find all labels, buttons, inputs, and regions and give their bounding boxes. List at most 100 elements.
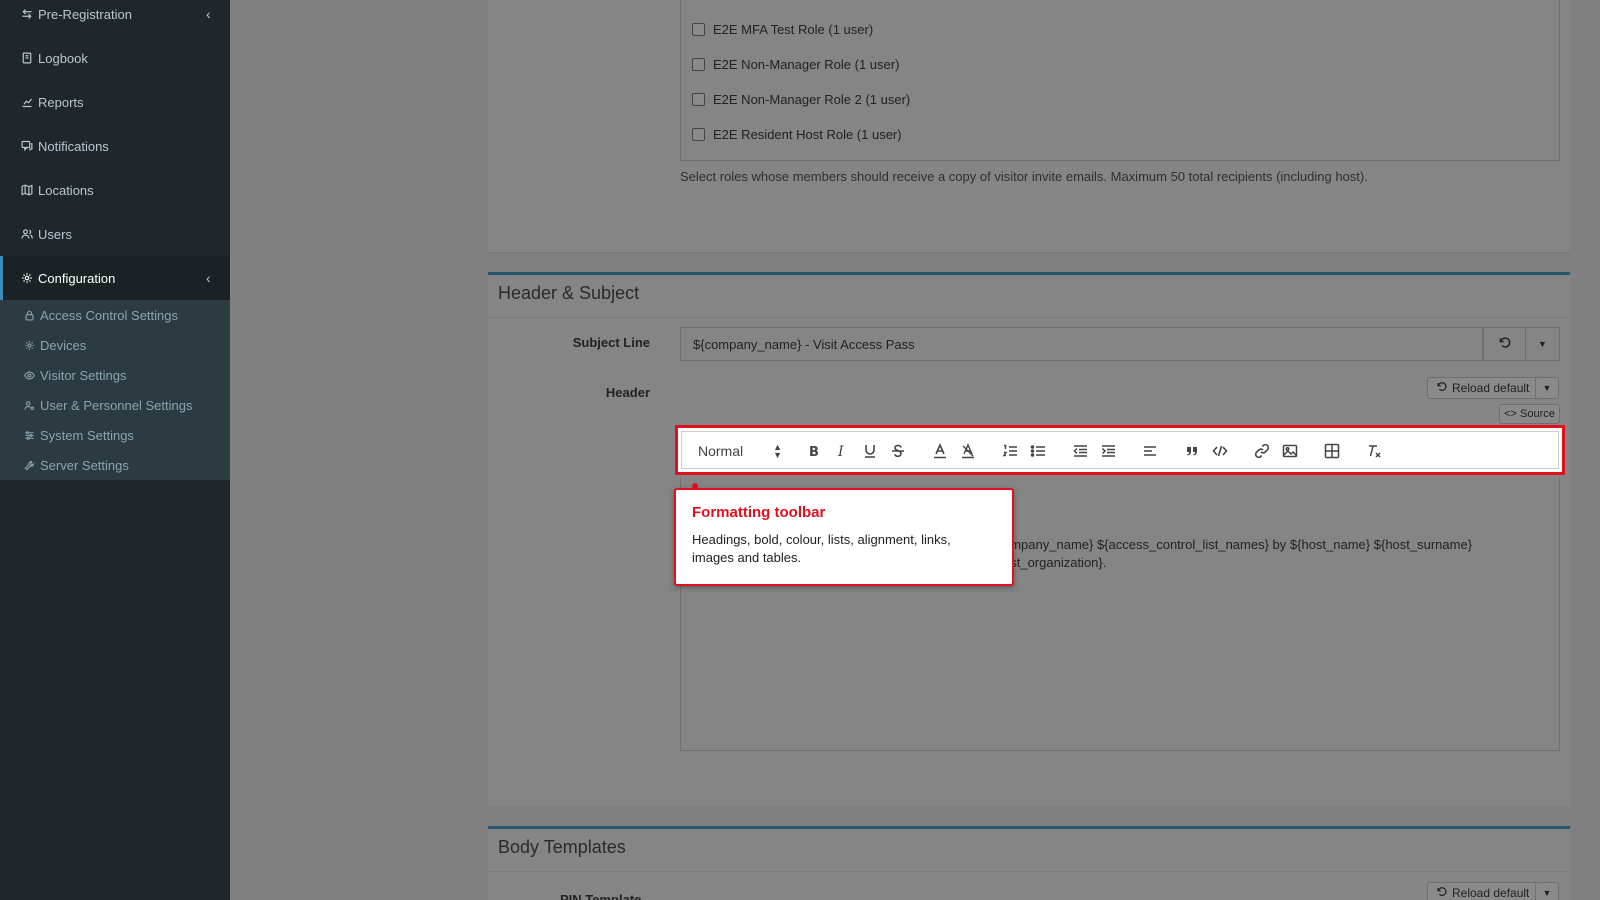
chevron-left-icon[interactable]: ‹ bbox=[206, 270, 216, 286]
cog-icon bbox=[22, 338, 36, 352]
subject-line-label: Subject Line bbox=[572, 335, 650, 350]
submenu-item-label: System Settings bbox=[40, 427, 134, 443]
body-templates-panel: Body Templates bbox=[488, 826, 1570, 900]
sidebar-item-users[interactable]: Users bbox=[0, 212, 230, 256]
divider bbox=[488, 871, 1570, 872]
divider bbox=[488, 317, 1570, 318]
callout-body: Headings, bold, colour, lists, alignment… bbox=[692, 532, 951, 565]
select-arrows-icon: ▲ ▼ bbox=[773, 442, 782, 460]
role-checkbox-row[interactable]: E2E MFA Test Role (1 user) bbox=[692, 22, 873, 37]
sidebar-item-notifications[interactable]: Notifications bbox=[0, 124, 230, 168]
clear-formatting-icon[interactable] bbox=[1364, 441, 1384, 461]
submenu-item-devices[interactable]: Devices bbox=[22, 335, 86, 355]
table-icon[interactable] bbox=[1322, 441, 1342, 461]
toolbar-callout: Formatting toolbar Headings, bold, colou… bbox=[674, 488, 1014, 586]
sidebar-item-label: Pre-Registration bbox=[38, 6, 132, 22]
role-checkbox-row[interactable]: E2E Non-Manager Role (1 user) bbox=[692, 57, 899, 72]
underline-icon[interactable] bbox=[860, 441, 880, 461]
role-label: E2E MFA Test Role (1 user) bbox=[713, 22, 874, 37]
panel-title: Header & Subject bbox=[498, 283, 640, 303]
formatting-toolbar: Normal ▲ ▼ B I bbox=[681, 431, 1559, 469]
sidebar-item-pre-registration[interactable]: Pre-Registration ‹ bbox=[0, 0, 230, 36]
role-checkbox-row[interactable]: E2E Non-Manager Role 2 (1 user) bbox=[692, 92, 910, 107]
subject-undo-button[interactable] bbox=[1483, 327, 1526, 361]
role-label: E2E Resident Host Role (1 user) bbox=[713, 127, 902, 142]
sidebar-item-label: Logbook bbox=[38, 50, 88, 66]
role-checkbox[interactable] bbox=[692, 93, 705, 106]
link-icon[interactable] bbox=[1252, 441, 1272, 461]
lock-icon bbox=[22, 308, 36, 322]
bold-icon[interactable]: B bbox=[804, 441, 824, 461]
font-color-icon[interactable] bbox=[930, 441, 950, 461]
code-block-icon[interactable] bbox=[1210, 441, 1230, 461]
reload-default-dropdown[interactable]: ▼ bbox=[1535, 377, 1559, 399]
header-editor-content[interactable]: ompany_name} ${access_control_list_names… bbox=[1003, 536, 1523, 572]
user-cog-icon bbox=[22, 398, 36, 412]
eye-icon bbox=[22, 368, 36, 382]
sliders-icon bbox=[22, 428, 36, 442]
reload-default-label: Reload default bbox=[1452, 381, 1530, 395]
subject-dropdown-button[interactable]: ▼ bbox=[1525, 327, 1560, 361]
submenu-item-label: Server Settings bbox=[40, 457, 129, 473]
role-label: E2E Non-Manager Role (1 user) bbox=[713, 57, 900, 72]
submenu-item-label: Access Control Settings bbox=[40, 307, 179, 323]
undo-icon bbox=[1498, 336, 1511, 352]
undo-icon bbox=[1436, 381, 1447, 395]
role-label: E2E Non-Manager Role 2 (1 user) bbox=[713, 92, 911, 107]
map-icon bbox=[20, 183, 34, 197]
role-checkbox[interactable] bbox=[692, 128, 705, 141]
sidebar: Pre-Registration ‹ Logbook Reports Notif… bbox=[0, 0, 230, 900]
strikethrough-icon[interactable] bbox=[888, 441, 908, 461]
sidebar-item-configuration[interactable]: Configuration ‹ bbox=[0, 256, 230, 300]
sidebar-item-label: Notifications bbox=[38, 138, 109, 154]
gear-icon bbox=[20, 271, 34, 285]
subject-line-value: ${company_name} - Visit Access Pass bbox=[693, 336, 915, 352]
submenu-item-system-settings[interactable]: System Settings bbox=[22, 425, 134, 445]
callout-title: Formatting toolbar bbox=[692, 504, 826, 521]
role-checkbox-row[interactable]: E2E Resident Host Role (1 user) bbox=[692, 127, 902, 142]
chart-icon bbox=[20, 95, 34, 109]
ordered-list-icon[interactable] bbox=[1000, 441, 1020, 461]
reload-default-button[interactable]: Reload default bbox=[1427, 882, 1539, 900]
svg-text:I: I bbox=[837, 444, 844, 459]
reload-default-dropdown[interactable]: ▼ bbox=[1535, 882, 1559, 900]
sidebar-item-label: Configuration bbox=[38, 270, 116, 286]
submenu-item-server-settings[interactable]: Server Settings bbox=[22, 455, 129, 475]
svg-text:B: B bbox=[809, 445, 819, 459]
sidebar-item-label: Reports bbox=[38, 94, 84, 110]
submenu-item-visitor-settings[interactable]: Visitor Settings bbox=[22, 365, 126, 385]
submenu-item-access-control-settings[interactable]: Access Control Settings bbox=[22, 305, 178, 325]
sidebar-item-logbook[interactable]: Logbook bbox=[0, 36, 230, 80]
blockquote-icon[interactable] bbox=[1182, 441, 1202, 461]
submenu-item-label: Devices bbox=[40, 337, 87, 353]
panel-title: Body Templates bbox=[498, 837, 626, 857]
pin-template-label: PIN Template bbox=[560, 892, 642, 900]
sidebar-item-locations[interactable]: Locations bbox=[0, 168, 230, 212]
submenu-item-user-personnel-settings[interactable]: User & Personnel Settings bbox=[22, 395, 192, 415]
sidebar-item-label: Locations bbox=[38, 182, 94, 198]
role-checkbox[interactable] bbox=[692, 23, 705, 36]
sidebar-item-reports[interactable]: Reports bbox=[0, 80, 230, 124]
image-icon[interactable] bbox=[1280, 441, 1300, 461]
outdent-icon[interactable] bbox=[1070, 441, 1090, 461]
editor-line: ompany_name} ${access_control_list_names… bbox=[1003, 537, 1473, 552]
book-icon bbox=[20, 51, 34, 65]
bullet-list-icon[interactable] bbox=[1028, 441, 1048, 461]
chevron-left-icon[interactable]: ‹ bbox=[206, 6, 216, 22]
indent-icon[interactable] bbox=[1098, 441, 1118, 461]
roles-help-text: Select roles whose members should receiv… bbox=[680, 169, 1368, 184]
subject-line-input[interactable]: ${company_name} - Visit Access Pass bbox=[680, 327, 1483, 361]
format-select-value: Normal bbox=[698, 443, 744, 459]
italic-icon[interactable]: I bbox=[832, 441, 852, 461]
role-checkbox[interactable] bbox=[692, 58, 705, 71]
caret-down-icon: ▼ bbox=[1542, 383, 1552, 393]
undo-icon bbox=[1436, 886, 1447, 900]
source-button[interactable]: <> Source bbox=[1499, 404, 1560, 424]
background-color-icon[interactable] bbox=[958, 441, 978, 461]
caret-down-icon: ▼ bbox=[1538, 339, 1547, 349]
reload-default-button[interactable]: Reload default bbox=[1427, 377, 1539, 399]
align-icon[interactable] bbox=[1140, 441, 1160, 461]
editor-line: ost_organization}. bbox=[1003, 555, 1107, 570]
submenu-item-label: User & Personnel Settings bbox=[40, 397, 193, 413]
format-select[interactable]: Normal ▲ ▼ bbox=[698, 441, 782, 461]
